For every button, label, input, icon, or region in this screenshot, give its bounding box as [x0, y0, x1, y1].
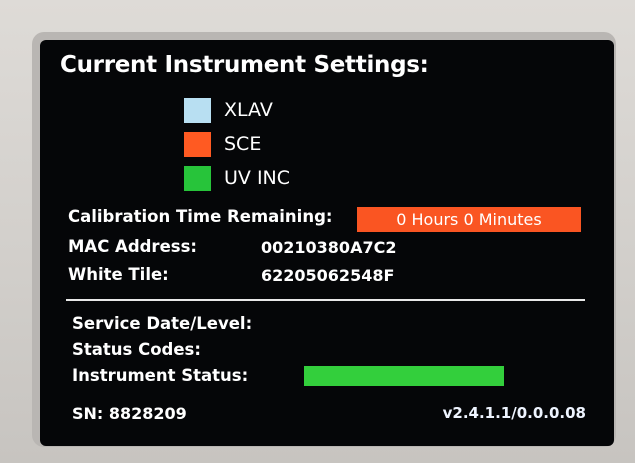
uv-inc-swatch [184, 165, 211, 191]
legend-item-sce: SCE [184, 130, 261, 158]
instrument-status-label: Instrument Status: [72, 366, 249, 385]
status-codes-label: Status Codes: [72, 340, 201, 359]
instrument-status-fill [304, 366, 504, 386]
xlav-label: XLAV [224, 99, 273, 121]
calibration-time-badge: 0 Hours 0 Minutes [357, 207, 581, 232]
legend-item-xlav: XLAV [184, 96, 273, 124]
page-title: Current Instrument Settings: [60, 52, 429, 78]
serial-number: SN: 8828209 [72, 404, 187, 423]
sce-swatch [184, 131, 211, 157]
calibration-label: Calibration Time Remaining: [68, 207, 333, 226]
xlav-swatch [184, 97, 211, 123]
white-tile-value: 62205062548F [261, 266, 395, 285]
mac-address-value: 00210380A7C2 [261, 238, 397, 257]
mac-address-label: MAC Address: [68, 237, 198, 256]
white-tile-label: White Tile: [68, 265, 169, 284]
service-date-label: Service Date/Level: [72, 314, 253, 333]
device-bezel: Current Instrument Settings: XLAV SCE UV… [0, 0, 635, 463]
sce-label: SCE [224, 133, 262, 155]
instrument-status-bar [304, 366, 504, 386]
uv-inc-label: UV INC [224, 167, 291, 189]
firmware-version: v2.4.1.1/0.0.0.08 [442, 404, 586, 422]
divider [66, 299, 585, 301]
legend-item-uv-inc: UV INC [184, 164, 290, 192]
instrument-screen: Current Instrument Settings: XLAV SCE UV… [40, 40, 614, 446]
